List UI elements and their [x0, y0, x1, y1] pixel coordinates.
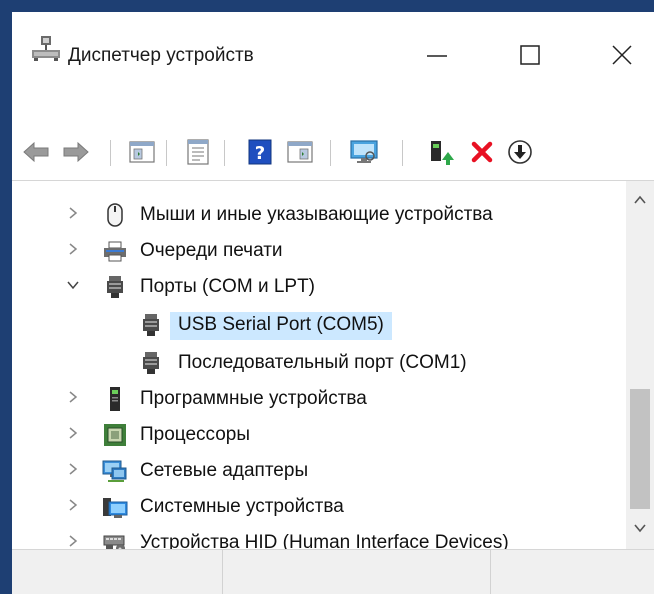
properties-icon[interactable] — [182, 136, 214, 168]
system-device-icon — [103, 498, 128, 518]
device-tree[interactable]: Мыши и иные указывающие устройства Очере… — [12, 180, 654, 550]
help-glyph: ? — [255, 143, 265, 164]
tree-item-label: Устройства HID (Human Interface Devices) — [140, 532, 509, 550]
toolbar — [12, 132, 654, 180]
update-driver-icon[interactable] — [424, 136, 456, 168]
device-manager-app-icon — [32, 36, 60, 61]
title-bar[interactable]: Диспетчер устройств — [12, 12, 654, 72]
tree-item-mice[interactable]: Мыши и иные указывающие устройства — [12, 197, 624, 231]
printer-icon — [104, 241, 126, 262]
scroll-down-arrow-icon[interactable] — [632, 521, 648, 535]
tree-item-hid-devices[interactable]: Устройства HID (Human Interface Devices) — [12, 525, 624, 550]
arrow-left-icon[interactable] — [20, 136, 52, 168]
status-bar-divider — [490, 550, 491, 594]
chevron-right-icon[interactable] — [66, 390, 80, 404]
close-button[interactable] — [602, 34, 642, 74]
tree-item-label: Программные устройства — [140, 388, 367, 409]
chevron-right-icon[interactable] — [66, 206, 80, 220]
tree-item-label: USB Serial Port (COM5) — [170, 312, 392, 340]
mouse-icon — [107, 203, 123, 227]
tree-item-serial-port-com1[interactable]: Последовательный порт (COM1) — [12, 345, 624, 379]
tree-item-label: Порты (COM и LPT) — [140, 276, 316, 297]
window-title: Диспетчер устройств — [68, 45, 254, 66]
tree-item-label: Процессоры — [140, 424, 251, 445]
tree-item-software-devices[interactable]: Программные устройства — [12, 381, 624, 415]
toolbar-separator — [330, 140, 331, 166]
port-icon — [107, 276, 123, 298]
chevron-right-icon[interactable] — [66, 462, 80, 476]
red-x-icon[interactable] — [466, 136, 498, 168]
console-tree-icon[interactable] — [126, 136, 158, 168]
status-bar — [12, 550, 654, 594]
arrow-right-icon[interactable] — [60, 136, 92, 168]
network-adapter-icon — [102, 460, 127, 482]
tree-item-print-queues[interactable]: Очереди печати — [12, 233, 624, 267]
monitor-scan-icon[interactable] — [348, 136, 380, 168]
chevron-right-icon[interactable] — [66, 534, 80, 548]
chevron-right-icon[interactable] — [66, 242, 80, 256]
scroll-up-arrow-icon[interactable] — [632, 193, 648, 207]
tree-item-ports[interactable]: Порты (COM и LPT) — [12, 269, 624, 303]
tree-item-label: Очереди печати — [140, 240, 283, 261]
scrollbar-thumb[interactable] — [630, 389, 650, 509]
chevron-down-icon[interactable] — [66, 278, 80, 292]
device-manager-window: Диспетчер устройств ? Мыши и иные указыв… — [12, 12, 654, 594]
port-icon — [143, 314, 159, 336]
vertical-scrollbar[interactable] — [626, 181, 654, 549]
chevron-right-icon[interactable] — [66, 426, 80, 440]
action-pane-icon[interactable] — [284, 136, 316, 168]
status-bar-divider — [222, 550, 223, 594]
software-device-icon — [110, 387, 120, 411]
download-circle-icon[interactable] — [504, 136, 536, 168]
hid-icon — [103, 535, 125, 549]
port-icon — [143, 352, 159, 374]
tree-item-system-devices[interactable]: Системные устройства — [12, 489, 624, 523]
tree-item-processors[interactable]: Процессоры — [12, 417, 624, 451]
tree-item-label: Последовательный порт (COM1) — [178, 352, 467, 373]
tree-item-label: Мыши и иные указывающие устройства — [140, 204, 493, 225]
minimize-button[interactable] — [417, 34, 457, 74]
tree-item-network-adapters[interactable]: Сетевые адаптеры — [12, 453, 624, 487]
tree-item-usb-serial-port[interactable]: USB Serial Port (COM5) — [12, 307, 624, 341]
tree-item-label: Системные устройства — [140, 496, 344, 517]
toolbar-separator — [402, 140, 403, 166]
help-icon[interactable]: ? — [244, 136, 276, 168]
maximize-button[interactable] — [510, 34, 550, 74]
toolbar-separator — [110, 140, 111, 166]
toolbar-separator — [166, 140, 167, 166]
chevron-right-icon[interactable] — [66, 498, 80, 512]
processor-icon — [104, 424, 126, 446]
tree-item-label: Сетевые адаптеры — [140, 460, 309, 481]
toolbar-separator — [224, 140, 225, 166]
